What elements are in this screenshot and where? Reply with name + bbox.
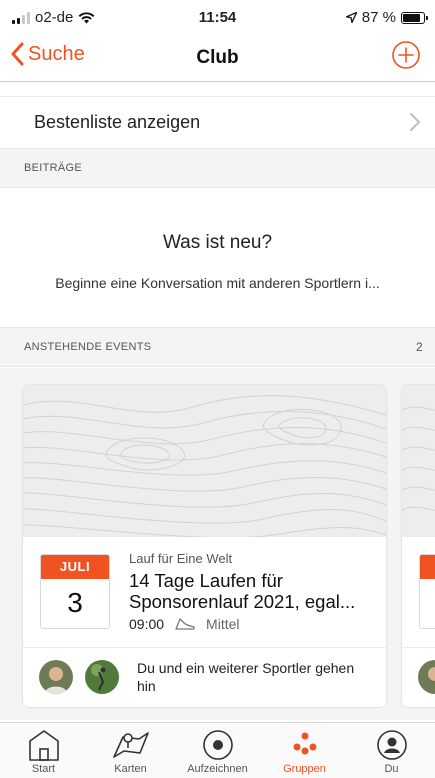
tab-record[interactable]: Aufzeichnen (174, 725, 261, 778)
event-level: Mittel (206, 616, 240, 632)
chevron-right-icon (410, 113, 420, 131)
event-card[interactable]: JULI 3 Lauf für Eine Welt 14 Tage Laufen… (23, 385, 386, 707)
tab-maps[interactable]: Karten (87, 725, 174, 778)
navigation-bar: Suche Club (0, 36, 435, 82)
event-map-image (402, 385, 435, 537)
tab-label: Du (384, 763, 399, 775)
event-attendees: Du und ein weiterer Sportler gehen hin (23, 648, 386, 707)
event-name: 14 Tage Laufen für Sponsorenlauf 2021, e… (129, 570, 356, 612)
event-map-image (23, 385, 386, 539)
events-carousel[interactable]: JULI 3 Lauf für Eine Welt 14 Tage Laufen… (0, 368, 435, 720)
battery-icon (401, 11, 428, 24)
plus-circle-icon (392, 41, 420, 69)
event-time: 09:00 (129, 616, 165, 632)
tab-start[interactable]: Start (0, 725, 87, 778)
location-arrow-icon (345, 12, 357, 23)
event-info (402, 537, 435, 648)
posts-section-header: BEITRÄGE (0, 148, 435, 188)
event-organizer: Lauf für Eine Welt (129, 551, 233, 566)
event-date-badge: JULI 3 (40, 554, 110, 629)
add-button[interactable] (391, 40, 421, 75)
whats-new-subtitle[interactable]: Beginne eine Konversation mit anderen Sp… (0, 275, 435, 291)
event-attendees (402, 648, 435, 707)
events-count: 2 (416, 340, 423, 354)
avatar (85, 660, 119, 694)
tab-label: Aufzeichnen (187, 763, 248, 775)
whats-new-title: Was ist neu? (162, 232, 273, 253)
avatar (418, 660, 435, 694)
running-shoe-icon (175, 618, 195, 630)
page-title: Club (196, 47, 239, 68)
record-icon (202, 730, 233, 760)
event-date-badge (419, 554, 435, 629)
leaderboard-row[interactable]: Bestenliste anzeigen (0, 96, 435, 148)
attendees-text: Du und ein weiterer Sportler gehen hin (137, 660, 355, 694)
status-right: 87 % (345, 9, 428, 26)
events-section-header: ANSTEHENDE EVENTS 2 (0, 327, 435, 367)
tab-profile[interactable]: Du (348, 725, 435, 778)
groups-icon (293, 732, 316, 755)
avatar (39, 660, 73, 694)
posts-header-label: BEITRÄGE (24, 162, 83, 174)
tab-groups[interactable]: Gruppen (261, 725, 348, 778)
event-info: JULI 3 Lauf für Eine Welt 14 Tage Laufen… (23, 537, 386, 648)
map-icon (112, 732, 149, 758)
event-day: 3 (67, 587, 83, 618)
status-bar: o2-de 11:54 87 % (0, 0, 435, 36)
tab-label: Start (31, 763, 56, 775)
leaderboard-label: Bestenliste anzeigen (34, 112, 201, 132)
event-card-next[interactable] (402, 385, 435, 707)
event-meta: 09:00 Mittel (129, 616, 240, 632)
battery-percent: 87 % (361, 9, 396, 26)
tab-label: Karten (114, 763, 147, 775)
profile-icon (376, 730, 407, 760)
events-header-label: ANSTEHENDE EVENTS (24, 341, 152, 353)
topographic-map-graphic (402, 385, 435, 537)
event-month: JULI (41, 555, 109, 579)
home-icon (28, 730, 59, 761)
tab-label: Gruppen (283, 763, 326, 775)
topographic-map-graphic (23, 385, 386, 539)
tab-bar: Start Karten Aufzeichnen Gruppen Du (0, 722, 435, 778)
